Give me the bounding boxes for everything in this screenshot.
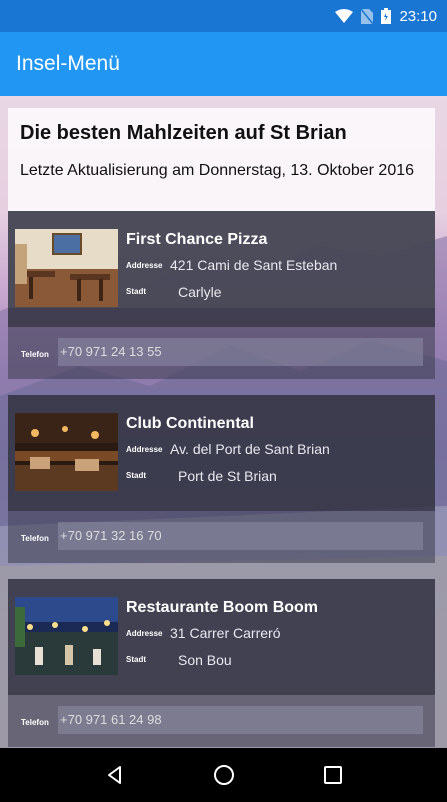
city-label: Stadt: [126, 287, 146, 296]
address-value: 421 Cami de Sant Esteban: [170, 257, 338, 273]
page-title: Die besten Mahlzeiten auf St Brian: [20, 122, 347, 144]
app-title: Insel-Menü: [16, 52, 120, 75]
phone-row: Telefon +70 971 32 16 70: [8, 511, 435, 563]
restaurant-name: Restaurante Boom Boom: [126, 599, 319, 616]
restaurant-card[interactable]: Restaurante Boom Boom Addresse 31 Carrer…: [8, 579, 435, 747]
phone-value[interactable]: +70 971 24 13 55: [58, 338, 423, 366]
phone-label: Telefon: [21, 718, 49, 727]
city-value: Son Bou: [178, 652, 232, 668]
app-bar: Insel-Menü: [0, 32, 447, 96]
restaurant-photo: [15, 229, 118, 307]
phone-row: Telefon +70 971 61 24 98: [8, 695, 435, 747]
phone-label: Telefon: [21, 534, 49, 543]
phone-value[interactable]: +70 971 32 16 70: [58, 522, 423, 550]
restaurant-info: Restaurante Boom Boom Addresse 31 Carrer…: [8, 579, 435, 695]
status-bar: 23:10: [0, 0, 447, 32]
restaurant-photo: [15, 413, 118, 491]
city-label: Stadt: [126, 655, 146, 664]
recents-icon[interactable]: [313, 755, 353, 795]
restaurant-card[interactable]: Club Continental Addresse Av. del Port d…: [8, 395, 435, 563]
address-label: Addresse: [126, 261, 163, 270]
city-label: Stadt: [126, 471, 146, 480]
back-icon[interactable]: [95, 755, 135, 795]
home-icon[interactable]: [204, 755, 244, 795]
last-updated: Letzte Aktualisierung am Donnerstag, 13.…: [20, 162, 415, 179]
address-label: Addresse: [126, 629, 163, 638]
address-value: Av. del Port de Sant Brian: [170, 441, 330, 457]
restaurant-name: First Chance Pizza: [126, 231, 268, 248]
city-value: Carlyle: [178, 284, 222, 300]
phone-row: Telefon +70 971 24 13 55: [8, 327, 435, 379]
battery-icon: [381, 8, 392, 24]
phone-label: Telefon: [21, 350, 49, 359]
restaurant-card[interactable]: First Chance Pizza Addresse 421 Cami de …: [8, 211, 435, 379]
restaurant-name: Club Continental: [126, 415, 254, 432]
restaurant-photo: [15, 597, 118, 675]
city-value: Port de St Brian: [178, 468, 277, 484]
wifi-icon: [335, 9, 354, 23]
no-sim-icon: [361, 8, 374, 24]
navigation-bar: [0, 748, 447, 802]
address-value: 31 Carrer Carreró: [170, 625, 281, 641]
status-time: 23:10: [399, 7, 437, 25]
address-label: Addresse: [126, 445, 163, 454]
restaurant-list[interactable]: Die besten Mahlzeiten auf St Brian Letzt…: [0, 96, 447, 748]
restaurant-info: Club Continental Addresse Av. del Port d…: [8, 395, 435, 511]
phone-value[interactable]: +70 971 61 24 98: [58, 706, 423, 734]
restaurant-info: First Chance Pizza Addresse 421 Cami de …: [8, 211, 435, 327]
